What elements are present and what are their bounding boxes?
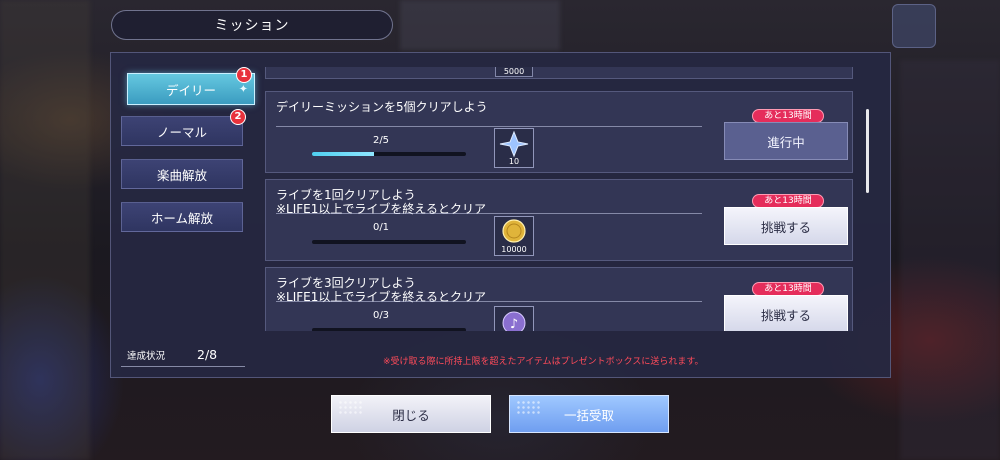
tab-home-unlock[interactable]: ホーム解放 (121, 202, 243, 232)
close-button[interactable]: 閉じる (331, 395, 491, 433)
reward-slot[interactable]: ♪ (494, 306, 534, 331)
reward-slot[interactable]: 10000 (494, 216, 534, 256)
completion-status: 達成状況 2/8 (121, 343, 245, 367)
reward-quantity: 10000 (501, 245, 527, 254)
star-crystal-icon (499, 130, 529, 158)
tab-label: 楽曲解放 (156, 167, 207, 183)
mission-text: デイリーミッションを5個クリアしよう (276, 100, 488, 114)
mission-list[interactable]: 5000 デイリーミッションを5個クリアしよう 2/5 10 あと13時間 進行… (255, 67, 855, 331)
progress-fill (312, 152, 374, 156)
notification-badge: 2 (230, 109, 246, 125)
time-remaining-badge: あと13時間 (752, 282, 824, 296)
progress-bar (312, 240, 466, 244)
progress-count: 0/1 (372, 222, 390, 233)
screen-title: ミッション (111, 10, 393, 40)
progress-bar (312, 152, 466, 156)
divider (276, 126, 702, 127)
tab-label: デイリー (165, 82, 216, 98)
reward-slot[interactable]: 10 (494, 128, 534, 168)
divider (276, 213, 702, 214)
background-menu-button (892, 4, 936, 48)
challenge-button[interactable]: 挑戦する (724, 207, 848, 245)
time-remaining-badge: あと13時間 (752, 109, 824, 123)
progress-bar (312, 328, 466, 331)
sparkle-icon: ✦ (238, 82, 248, 96)
mission-text: ライブを3回クリアしよう ※LIFE1以上でライブを終えるとクリア (276, 276, 486, 304)
overflow-notice: ※受け取る際に所持上限を超えたアイテムはプレゼントボックスに送られます。 (383, 357, 704, 367)
tab-song-unlock[interactable]: 楽曲解放 (121, 159, 243, 189)
time-remaining-badge: あと13時間 (752, 194, 824, 208)
mission-card: ライブを1回クリアしよう ※LIFE1以上でライブを終えるとクリア 0/1 10… (265, 179, 853, 261)
scrollbar[interactable] (866, 109, 869, 193)
gold-coin-icon (502, 219, 526, 243)
dot-pattern (338, 400, 364, 414)
reward-quantity: 10 (508, 157, 520, 166)
reward-quantity: 5000 (495, 67, 533, 77)
progress-count: 0/3 (372, 310, 390, 321)
mission-title: ライブを3回クリアしよう (276, 276, 416, 290)
claim-all-button-label: 一括受取 (563, 407, 614, 423)
mission-panel: デイリー ✦ 1 ノーマル 2 楽曲解放 ホーム解放 5000 デイリーミッショ… (110, 52, 891, 378)
completion-label: 達成状況 (127, 350, 166, 362)
claim-all-button[interactable]: 一括受取 (509, 395, 669, 433)
close-button-label: 閉じる (392, 407, 430, 423)
tab-normal[interactable]: ノーマル (121, 116, 243, 146)
mission-title: ライブを1回クリアしよう (276, 188, 416, 202)
list-item-partial: 5000 (265, 67, 853, 79)
notification-badge: 1 (236, 67, 252, 83)
challenge-button[interactable]: 挑戦する (724, 295, 848, 331)
mission-card: デイリーミッションを5個クリアしよう 2/5 10 あと13時間 進行中 (265, 91, 853, 173)
music-note-icon: ♪ (502, 311, 526, 331)
mission-title: デイリーミッションを5個クリアしよう (276, 100, 488, 114)
dot-pattern (516, 400, 542, 414)
tab-label: ノーマル (156, 124, 207, 140)
mission-text: ライブを1回クリアしよう ※LIFE1以上でライブを終えるとクリア (276, 188, 486, 216)
in-progress-button: 進行中 (724, 122, 848, 160)
completion-value: 2/8 (197, 347, 218, 362)
divider (276, 301, 702, 302)
progress-count: 2/5 (372, 135, 390, 146)
tab-label: ホーム解放 (150, 210, 214, 226)
svg-text:♪: ♪ (510, 317, 518, 331)
mission-card: ライブを3回クリアしよう ※LIFE1以上でライブを終えるとクリア 0/3 ♪ … (265, 267, 853, 331)
